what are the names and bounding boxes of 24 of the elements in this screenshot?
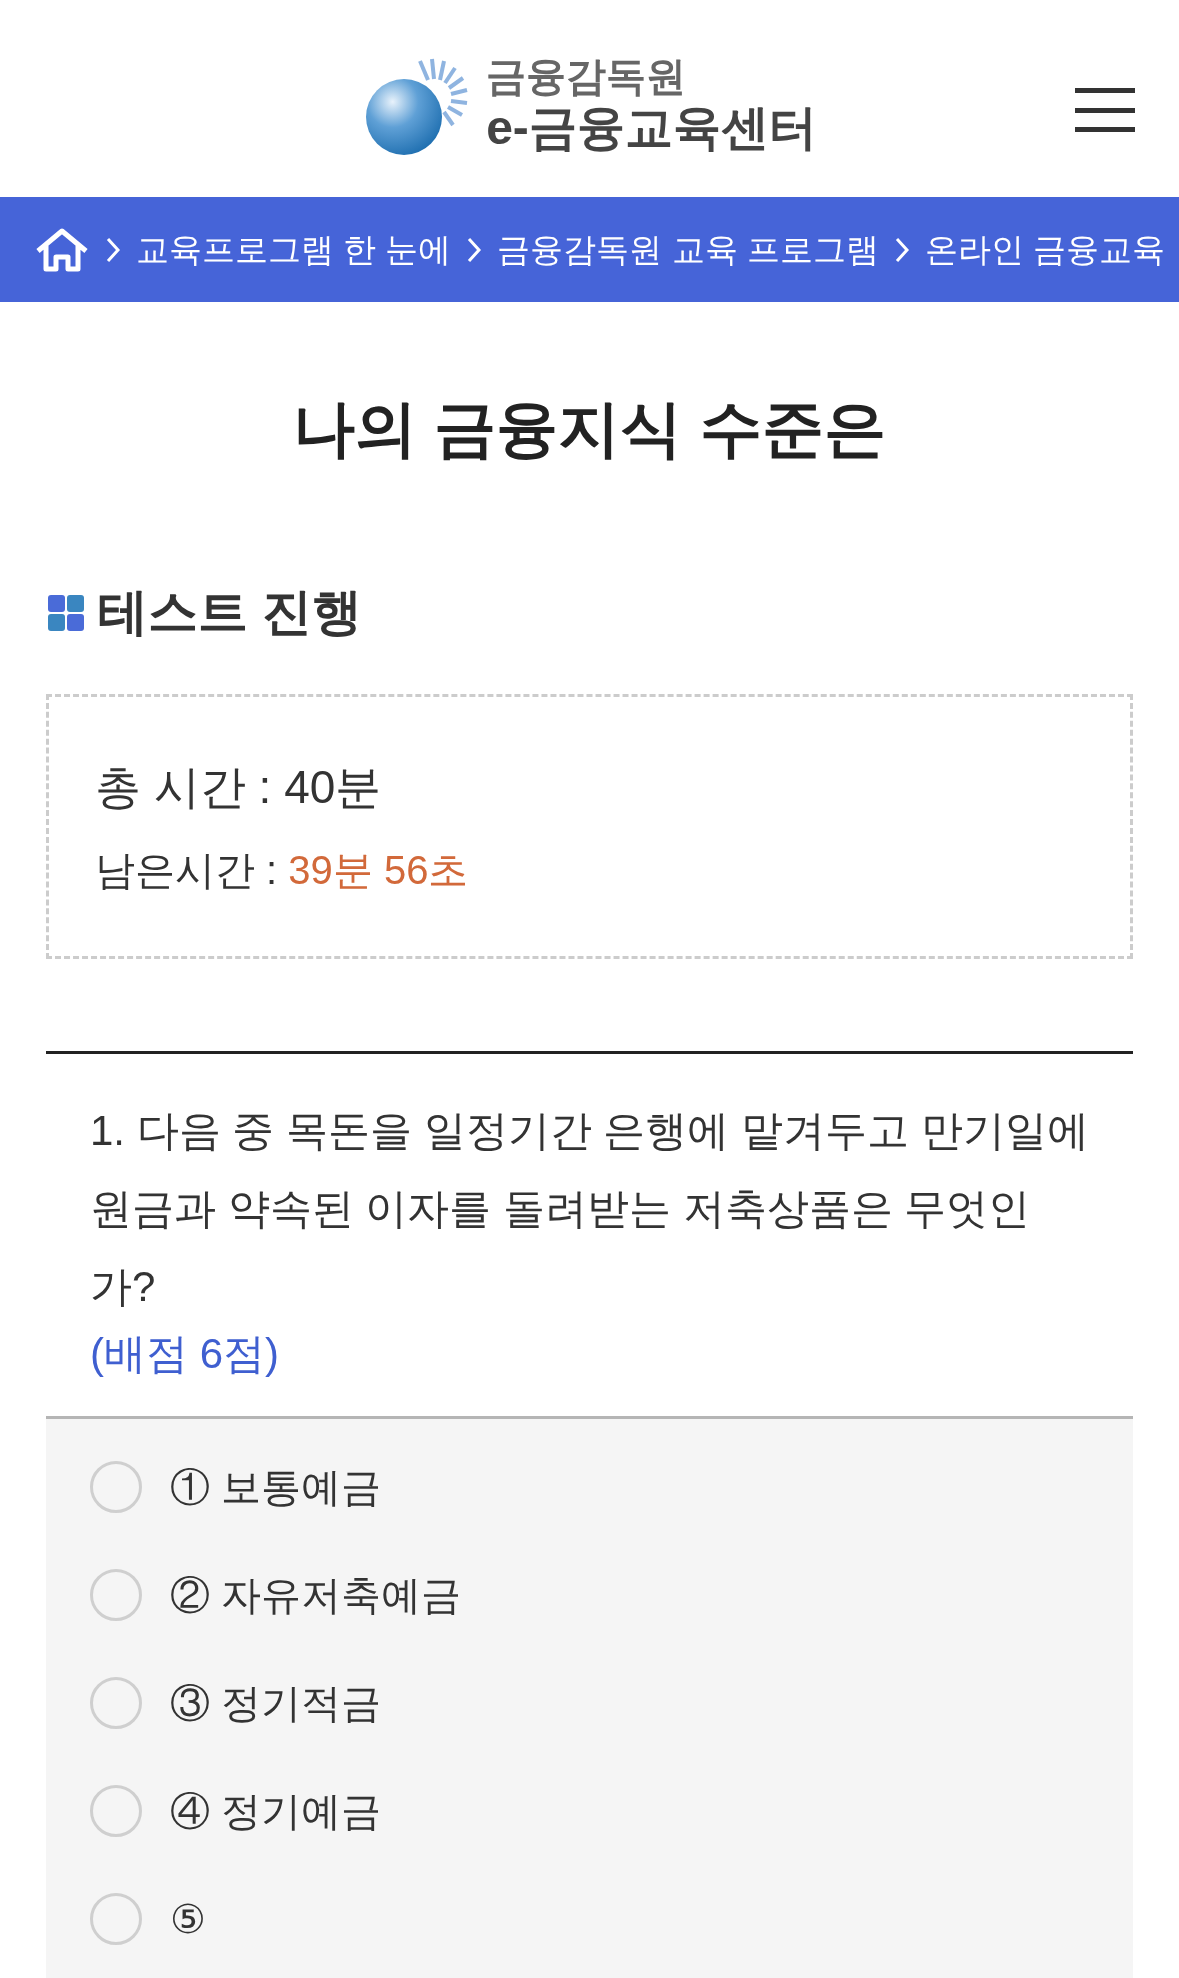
question-text: 1. 다음 중 목돈을 일정기간 은행에 맡겨두고 만기일에 원금과 약속된 이자를 돌려받는 저축상품은 무엇인가? [89, 1106, 1090, 1312]
logo-subtitle: 금융감독원 [486, 55, 688, 96]
total-time: 총 시간 : 40분 [95, 760, 383, 815]
radio-button[interactable] [90, 1677, 142, 1729]
logo-title: e-금융교육센터 [486, 103, 817, 152]
page-title: 나의 금융지식 수준은 [292, 393, 887, 465]
section-title: 테스트 진행 [98, 583, 362, 642]
breadcrumb-link[interactable]: 온라인 금융교육 [924, 224, 1165, 275]
home-icon[interactable] [34, 226, 90, 273]
remaining-time: 남은시간 : 39분 56초 [95, 847, 470, 894]
radio-button[interactable] [90, 1569, 142, 1621]
breadcrumb-link[interactable]: 교육프로그램 한 눈에 [136, 224, 452, 275]
option-label: ④ 정기예금 [170, 1788, 382, 1835]
grid-icon [48, 594, 84, 631]
option-label: ③ 정기적금 [170, 1680, 382, 1727]
menu-icon[interactable] [1075, 88, 1135, 132]
option-label: ① 보통예금 [170, 1464, 382, 1511]
radio-button[interactable] [90, 1461, 142, 1513]
option-label: ⑤ [170, 1896, 206, 1943]
radio-button[interactable] [90, 1893, 142, 1945]
option-label: ② 자유저축예금 [170, 1572, 462, 1619]
breadcrumb-link[interactable]: 금융감독원 교육 프로그램 [497, 224, 879, 275]
radio-button[interactable] [90, 1785, 142, 1837]
question-score: (배점 6점) [89, 1329, 280, 1379]
